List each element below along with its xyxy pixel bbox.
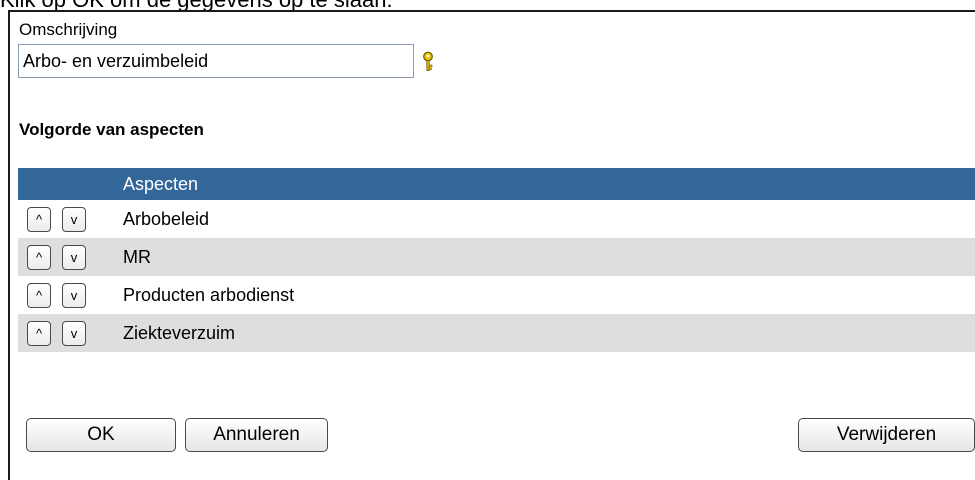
description-input[interactable] <box>18 44 414 78</box>
grid-header: Aspecten <box>18 168 975 200</box>
row-label: Producten arbodienst <box>123 285 295 305</box>
table-row: ^ v Producten arbodienst <box>18 276 975 314</box>
key-icon <box>423 51 433 71</box>
delete-button[interactable]: Verwijderen <box>798 418 975 452</box>
move-up-button[interactable]: ^ <box>27 245 51 270</box>
row-label: Arbobeleid <box>123 209 210 229</box>
aspects-grid: Aspecten ^ v Arbobeleid ^ v MR ^ v Produ… <box>18 168 975 352</box>
description-label: Omschrijving <box>19 20 118 39</box>
move-up-button[interactable]: ^ <box>27 283 51 308</box>
row-label: Ziekteverzuim <box>123 323 236 343</box>
row-label: MR <box>123 247 151 267</box>
ok-button[interactable]: OK <box>26 418 176 452</box>
move-up-button[interactable]: ^ <box>27 321 51 346</box>
move-down-button[interactable]: v <box>62 207 86 232</box>
cancel-button[interactable]: Annuleren <box>185 418 328 452</box>
move-up-button[interactable]: ^ <box>27 207 51 232</box>
move-down-button[interactable]: v <box>62 283 86 308</box>
table-row: ^ v Arbobeleid <box>18 200 975 238</box>
table-row: ^ v MR <box>18 238 975 276</box>
table-row: ^ v Ziekteverzuim <box>18 314 975 352</box>
move-down-button[interactable]: v <box>62 245 86 270</box>
section-title: Volgorde van aspecten <box>19 120 204 139</box>
column-header-aspects: Aspecten <box>123 174 199 194</box>
move-down-button[interactable]: v <box>62 321 86 346</box>
